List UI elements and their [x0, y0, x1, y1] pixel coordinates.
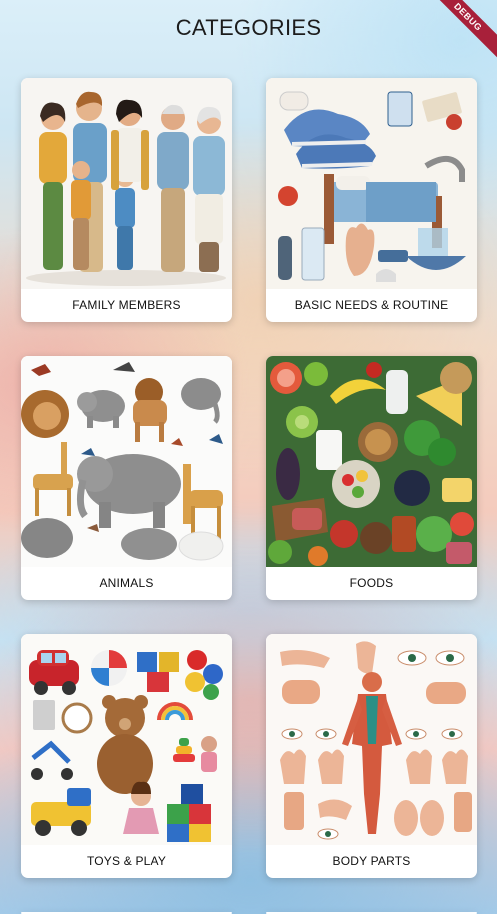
category-label: ANIMALS — [99, 576, 154, 590]
assorted-foods-illustration — [266, 356, 477, 567]
app-header: CATEGORIES — [0, 0, 497, 56]
category-label: BODY PARTS — [332, 854, 411, 868]
page-title: CATEGORIES — [175, 15, 322, 40]
routine-items-illustration — [266, 78, 477, 289]
category-label: BASIC NEEDS & ROUTINE — [294, 298, 449, 312]
category-label: TOYS & PLAY — [86, 854, 167, 868]
category-card-basic-needs-routine[interactable]: BASIC NEEDS & ROUTINE — [266, 78, 477, 322]
category-card-family-members[interactable]: FAMILY MEMBERS — [21, 78, 232, 322]
toys-illustration — [21, 634, 232, 845]
wild-animals-illustration — [21, 356, 232, 567]
body-parts-illustration — [266, 634, 477, 845]
family-illustration — [21, 78, 232, 289]
category-card-body-parts[interactable]: BODY PARTS — [266, 634, 477, 878]
category-card-animals[interactable]: ANIMALS — [21, 356, 232, 600]
category-label: FAMILY MEMBERS — [72, 298, 181, 312]
category-card-foods[interactable]: FOODS — [266, 356, 477, 600]
category-card-toys-play[interactable]: TOYS & PLAY — [21, 634, 232, 878]
category-label: FOODS — [349, 576, 394, 590]
